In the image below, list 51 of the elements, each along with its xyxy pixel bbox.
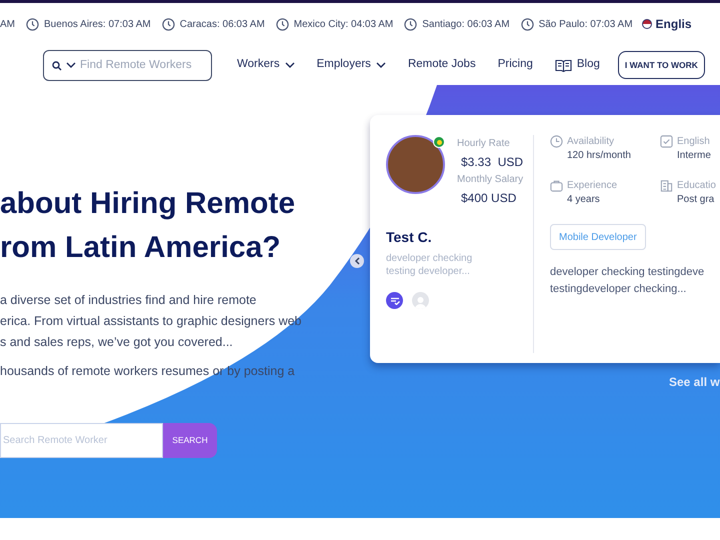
time-zone-clock: São Paulo: 07:03 AM bbox=[538, 18, 633, 32]
worker-name: Test C. bbox=[386, 228, 433, 247]
clock-icon bbox=[162, 18, 175, 30]
time-zone-clock: AM bbox=[0, 18, 15, 32]
clock-icon bbox=[404, 18, 418, 30]
worker-description: developer checking testingdeve testingdeveloper checking... bbox=[550, 265, 706, 297]
hero-heading: about Hiring Remote rom Latin America? bbox=[0, 186, 296, 266]
monthly-salary: $400 USD bbox=[461, 190, 518, 207]
remote-worker-search-field[interactable]: Search Remote Worker bbox=[0, 423, 163, 458]
stat-label: English bbox=[677, 135, 711, 149]
nav-link[interactable]: Workers bbox=[237, 56, 295, 74]
briefcase-icon bbox=[550, 179, 563, 192]
stat-value: Post gra bbox=[677, 193, 716, 207]
building-icon bbox=[660, 179, 673, 192]
stat-value: 4 years bbox=[567, 193, 601, 207]
language-selector[interactable]: Englis bbox=[656, 15, 692, 33]
i-want-to-work-button[interactable]: I WANT TO WORK bbox=[618, 51, 705, 79]
chevron-left-icon bbox=[354, 257, 360, 265]
verified-badge-icon bbox=[386, 292, 403, 309]
stat-label: Experience bbox=[567, 179, 618, 193]
clock-icon bbox=[520, 18, 534, 30]
time-zone-clock: Santiago: 06:03 AM bbox=[422, 18, 510, 32]
stat-label: Educatio bbox=[677, 179, 716, 193]
nav-link[interactable]: Blog bbox=[554, 56, 600, 74]
user-icon bbox=[412, 292, 429, 309]
stat-value: Interme bbox=[677, 149, 711, 163]
checkbox-icon bbox=[660, 135, 673, 148]
chevron-down-icon bbox=[376, 62, 386, 68]
flag-icon bbox=[433, 136, 445, 148]
time-zone-clock: Mexico City: 04:03 AM bbox=[294, 18, 394, 32]
nav-link[interactable]: Pricing bbox=[498, 56, 533, 74]
chevron-down-icon bbox=[284, 62, 295, 68]
search-button[interactable]: SEARCH bbox=[163, 423, 217, 458]
clock-icon bbox=[26, 18, 39, 30]
book-icon bbox=[554, 58, 572, 72]
time-zone-clock: Buenos Aires: 07:03 AM bbox=[44, 18, 151, 32]
nav-link[interactable]: Employers bbox=[316, 56, 386, 74]
search-icon bbox=[52, 60, 62, 70]
stat-label: Availability bbox=[567, 135, 616, 149]
rate-label: Monthly Salary bbox=[457, 173, 524, 187]
rate-label: Hourly Rate bbox=[457, 137, 511, 151]
chevron-down-icon bbox=[66, 62, 76, 69]
stat-value: 120 hrs/month bbox=[567, 149, 631, 163]
worker-search-field[interactable]: Find Remote Workers bbox=[43, 50, 212, 80]
clock-icon bbox=[550, 135, 563, 148]
worker-subtitle: developer checking testing developer... bbox=[386, 252, 474, 278]
hourly-rate: $3.33 USD bbox=[461, 154, 524, 171]
nav-link[interactable]: Remote Jobs bbox=[408, 56, 476, 74]
flag-icon bbox=[642, 19, 652, 29]
time-zone-clock: Caracas: 06:03 AM bbox=[180, 18, 265, 32]
clock-icon bbox=[276, 18, 289, 30]
